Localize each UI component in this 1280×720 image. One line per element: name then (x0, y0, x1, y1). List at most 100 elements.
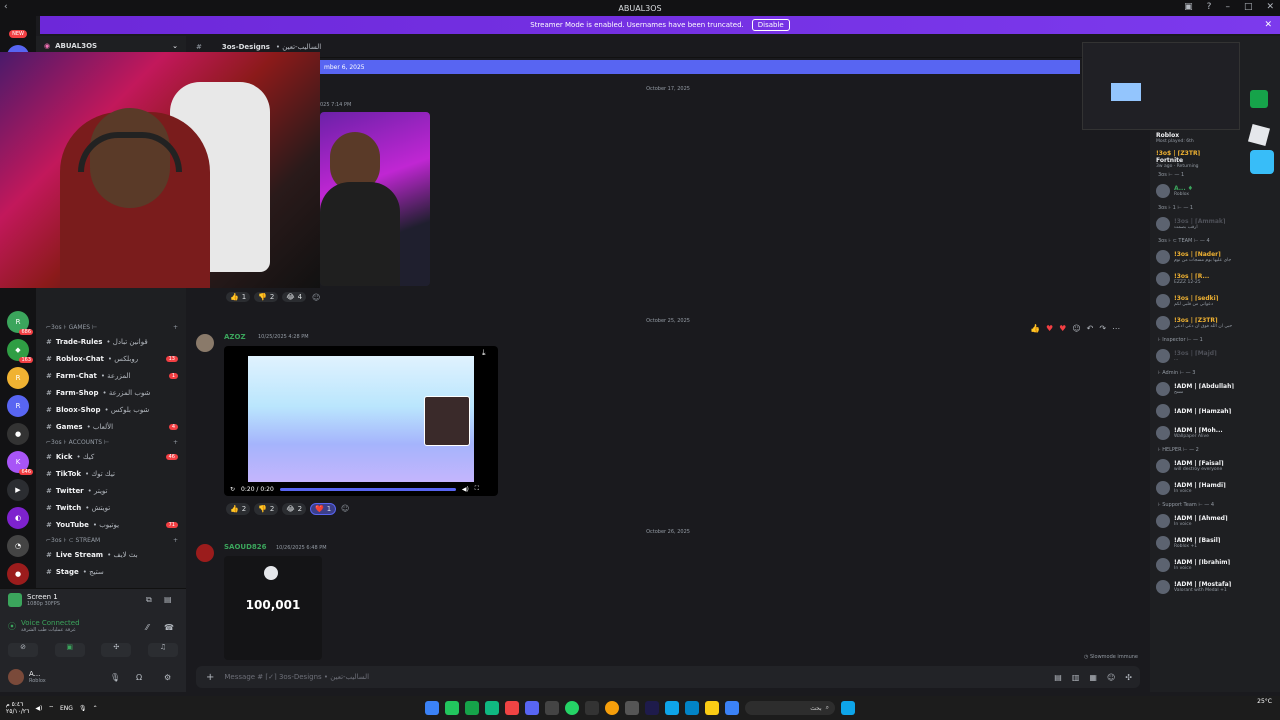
add-channel-icon[interactable]: + (173, 537, 178, 544)
channel-item[interactable]: # Trade-Rules • قوانين تبادل (36, 333, 186, 350)
member-item[interactable]: !3οs | ⌈Z3TR⌉ حبي ان الله فوق ان دعي ادعي (1150, 312, 1280, 334)
member-item[interactable]: !3οs | ⌈Majd⌉... (1150, 345, 1280, 367)
member-item[interactable]: !3οs | ⌈R... EZZZ 12-25 (1150, 268, 1280, 290)
member-item[interactable]: !ADM | ⌈Ahmed⌉ In voice (1150, 510, 1280, 532)
channel-item[interactable]: # Twitch • تويتش (36, 499, 186, 516)
message-author[interactable]: SAOUD826 (224, 543, 267, 551)
forward-icon[interactable]: ↷ (1099, 324, 1106, 333)
member-item[interactable]: !ADM | ⌈Hamdi⌉ In voice (1150, 477, 1280, 499)
avatar[interactable] (196, 544, 214, 562)
server-icon-1[interactable]: R 686 (7, 311, 33, 335)
member-item[interactable]: !ADM | ⌈Basil⌉ Roblox +1 (1150, 532, 1280, 554)
server-icon-6[interactable]: K 646 (7, 451, 33, 475)
stream-settings-icon[interactable]: ▤ (164, 595, 172, 604)
channel-item[interactable]: # YouTube • يوتيوب 71 (36, 516, 186, 533)
heart-icon[interactable]: ♥ (1059, 324, 1066, 333)
discord-taskbar-icon[interactable] (525, 701, 539, 715)
category-accounts[interactable]: ⌐3os ⊦ ACCOUNTS ⊢ + (36, 435, 186, 448)
sticker-icon[interactable]: ▦ (1089, 673, 1097, 682)
channel-item[interactable]: # Twitter • تويتر (36, 482, 186, 499)
avatar[interactable] (1156, 217, 1170, 231)
reply-icon[interactable]: ↶ (1087, 324, 1094, 333)
member-item[interactable]: !3οs | ⌈sedki⌉ دعواتي من قلبي لكم (1150, 290, 1280, 312)
reaction-button[interactable]: 👍 1 (226, 292, 251, 302)
avatar[interactable] (196, 334, 214, 352)
category-games[interactable]: ⌐3os ⊦ GAMES ⊢ + (36, 320, 186, 333)
taskbar-app-icon[interactable] (585, 701, 599, 715)
noise-suppression-icon[interactable]: ⁄⁄ (146, 623, 149, 632)
avatar[interactable] (1156, 514, 1170, 528)
avatar[interactable] (1156, 481, 1170, 495)
taskbar-app-icon[interactable] (725, 701, 739, 715)
channel-item[interactable]: # Kick • كيك 46 (36, 448, 186, 465)
volume-icon[interactable]: ◀) (462, 486, 469, 493)
member-item[interactable]: !ADM | ⌈Ibrahim⌉ In voice (1150, 554, 1280, 576)
avatar[interactable] (1156, 184, 1170, 198)
channel-item[interactable]: # Roblox-Chat • روبلكس 13 (36, 350, 186, 367)
avatar[interactable] (1156, 459, 1170, 473)
more-icon[interactable]: ⋯ (1112, 324, 1120, 333)
category-stream[interactable]: ⌐3os ⊦ ⊂ STREAM + (36, 533, 186, 546)
reaction-button[interactable]: 😂 2 (282, 503, 307, 515)
avatar[interactable] (1156, 426, 1170, 440)
server-icon-5[interactable]: ● (7, 423, 29, 445)
avatar[interactable] (1156, 382, 1170, 396)
avatar[interactable] (8, 669, 24, 685)
apps-icon[interactable]: ✣ (1125, 673, 1132, 682)
avatar[interactable] (1156, 404, 1170, 418)
member-item[interactable]: A... ♦ Roblox (1150, 180, 1280, 202)
member-item[interactable]: !ADM | ⌈Moh... Wallpaper Alive (1150, 422, 1280, 444)
server-icon-9[interactable]: ◔ (7, 535, 29, 557)
avatar[interactable] (1156, 294, 1170, 308)
back-icon[interactable]: ‹ (4, 2, 8, 12)
avatar[interactable] (1156, 272, 1170, 286)
voice-connected-label[interactable]: Voice Connected (21, 619, 80, 627)
network-icon[interactable]: ⌔ (48, 704, 54, 712)
file-explorer-icon[interactable] (705, 701, 719, 715)
channel-item[interactable]: # TikTok • تيك توك (36, 465, 186, 482)
channel-item[interactable]: # Games • الألعاب 4 (36, 418, 186, 435)
server-icon-7[interactable]: ▶ (7, 479, 29, 501)
server-icon-2[interactable]: ◆ 163 (7, 339, 33, 363)
language-label[interactable]: ENG (60, 705, 73, 712)
activity-card[interactable]: !3ο$ | ⌈Z3TR⌉ Fortnite 3w ago · Returnin… (1150, 144, 1280, 174)
reaction-button[interactable]: 👎 2 (254, 503, 279, 515)
headphones-icon[interactable]: Ω (136, 673, 142, 682)
taskbar-app-icon[interactable] (505, 701, 519, 715)
mic-icon[interactable]: 🎙 (79, 705, 87, 712)
whatsapp-taskbar-icon[interactable] (565, 701, 579, 715)
reaction-button[interactable]: 👎 2 (254, 292, 279, 302)
minimize-icon[interactable]: – (1225, 2, 1230, 12)
reaction-button[interactable]: 👍 2 (226, 503, 251, 515)
help-icon[interactable]: ? (1207, 2, 1212, 12)
avatar[interactable] (1156, 536, 1170, 550)
taskbar-app-icon[interactable] (545, 701, 559, 715)
gear-icon[interactable]: ⚙ (164, 673, 171, 682)
chevron-up-icon[interactable]: ⌃ (93, 705, 98, 712)
inbox-icon[interactable]: ▣ (1184, 2, 1193, 12)
heart-icon[interactable]: ♥ (1046, 324, 1053, 333)
add-reaction-icon[interactable]: ☺ (1072, 324, 1080, 333)
add-reaction-icon[interactable]: ☺ (341, 504, 349, 513)
volume-icon[interactable]: ◀) (35, 705, 42, 712)
member-item[interactable]: !ADM | ⌈Hamzah⌉ (1150, 400, 1280, 422)
gift-icon[interactable]: ▤ (1054, 673, 1062, 682)
channel-item[interactable]: # Bloox-Shop • شوب بلوكس (36, 401, 186, 418)
message-image[interactable] (320, 112, 430, 286)
disconnect-icon[interactable]: ☎ (164, 623, 174, 632)
message-composer[interactable]: + Message # ⌈✓⌉ 3os-Designs • الساليب-تع… (196, 666, 1140, 688)
app-grid-icon[interactable] (1250, 90, 1268, 108)
member-item[interactable]: !ADM | ⌈Faisal⌉ will destroy everyone (1150, 455, 1280, 477)
stop-stream-icon[interactable]: ▣ (54, 643, 85, 657)
message-input[interactable]: Message # ⌈✓⌉ 3os-Designs • الساليب-تعين (224, 673, 369, 681)
close-banner-icon[interactable]: ✕ (1264, 20, 1272, 30)
add-reaction-icon[interactable]: ☺ (312, 293, 320, 302)
taskbar-app-icon[interactable] (485, 701, 499, 715)
message-author[interactable]: AZOZ (224, 333, 246, 341)
camera-off-icon[interactable]: ⊘ (8, 643, 38, 657)
member-item[interactable]: !3οs | ⌈Nader⌉ جاي عليها بوم مسجات من نوم (1150, 246, 1280, 268)
video-player[interactable]: ⤓ ↻ 0:20 / 0:20 ◀) ⛶ (224, 346, 498, 496)
premiere-taskbar-icon[interactable] (645, 701, 659, 715)
maximize-icon[interactable]: □ (1244, 2, 1253, 12)
taskbar-app-icon[interactable] (445, 701, 459, 715)
